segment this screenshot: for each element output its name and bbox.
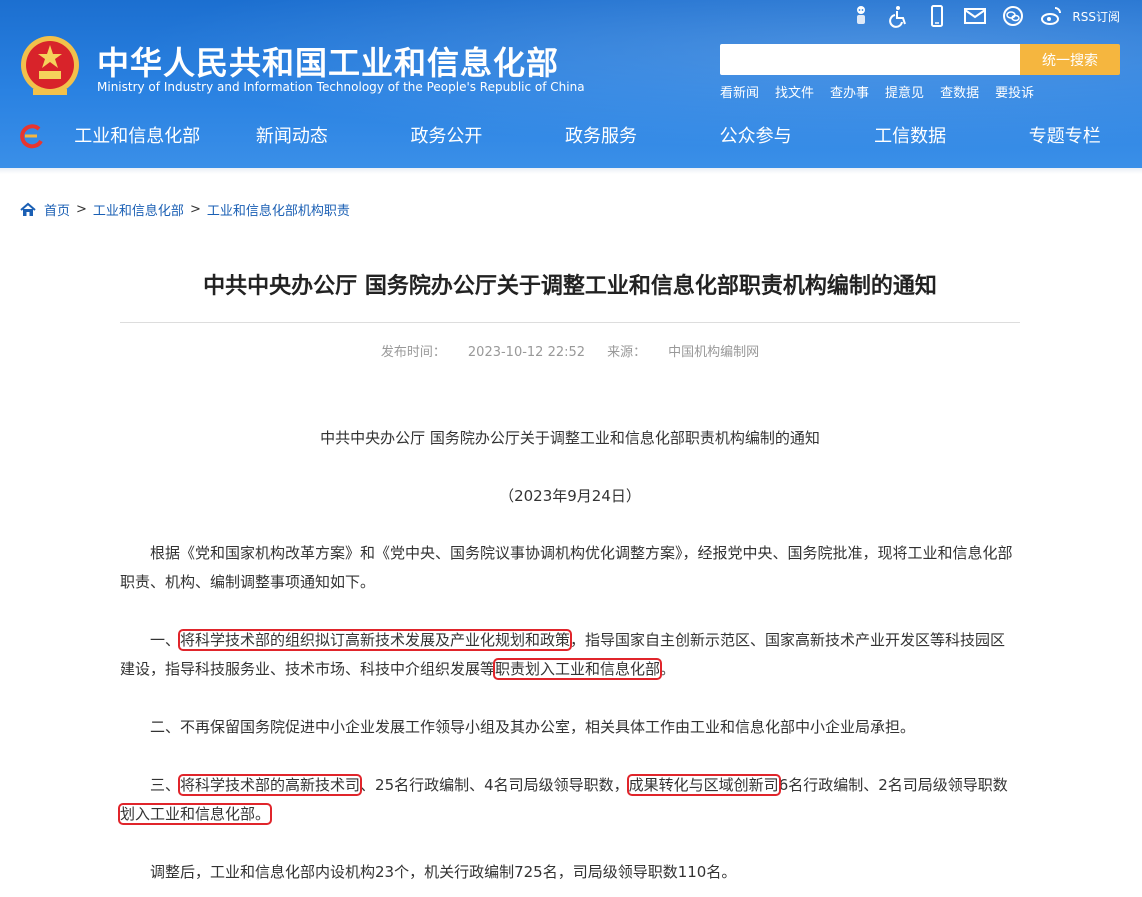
quick-link-files[interactable]: 找文件 [775,82,814,101]
article-heading: 中共中央办公厅 国务院办公厅关于调整工业和信息化部职责机构编制的通知 [320,429,820,447]
quick-link-feedback[interactable]: 提意见 [885,82,924,101]
source-label: 来源： [607,345,647,360]
nav-item-services[interactable]: 政务服务 [524,118,679,156]
nav-item-participation[interactable]: 公众参与 [678,118,833,156]
highlight-box-3: 将科学技术部的高新技术司 [178,774,363,796]
nav-item-government-affairs[interactable]: 政务公开 [369,118,524,156]
breadcrumb: 首页 > 工业和信息化部 > 工业和信息化部机构职责 [20,200,350,219]
article-date: （2023年9月24日） [499,487,641,505]
highlight-box-4: 成果转化与区域创新司 [626,774,781,796]
item-1-end: 。 [660,660,676,678]
quick-link-data[interactable]: 查数据 [940,82,979,101]
breadcrumb-separator: > [76,202,87,217]
search-button[interactable]: 统一搜索 [1020,44,1120,75]
publish-info: 发布时间： 2023-10-12 22:52 [381,345,585,360]
wechat-icon[interactable] [1000,3,1026,29]
title-divider [120,322,1020,323]
nav-item-news[interactable]: 新闻动态 [215,118,370,156]
publish-time: 2023-10-12 22:52 [467,345,586,360]
breadcrumb-responsibilities[interactable]: 工业和信息化部机构职责 [207,200,350,219]
site-subtitle: Ministry of Industry and Information Tec… [97,80,585,94]
accessibility-robot-icon[interactable] [848,3,874,29]
article-title: 中共中央办公厅 国务院办公厅关于调整工业和信息化部职责机构编制的通知 [203,274,937,299]
mail-icon[interactable] [962,3,988,29]
quick-link-services[interactable]: 查办事 [830,82,869,101]
source-info: 来源： 中国机构编制网 [607,345,759,360]
item-3-number: 三、 [150,776,181,794]
paragraph-intro: 根据《党和国家机构改革方案》和《党中央、国务院议事协调机构优化调整方案》，经报党… [120,544,1013,591]
nav-item-ministry[interactable]: 工业和信息化部 [60,118,215,156]
source-value: 中国机构编制网 [668,345,760,360]
mobile-icon[interactable] [924,3,950,29]
nav-item-data[interactable]: 工信数据 [833,118,988,156]
highlight-box-5: 划入工业和信息化部。 [117,803,273,825]
nav-item-topics[interactable]: 专题专栏 [987,118,1142,156]
highlight-box-1: 将科学技术部的组织拟订高新技术发展及产业化规划和政策 [178,629,573,651]
paragraph-summary: 调整后，工业和信息化部内设机构23个，机关行政编制725名，司局级领导职数110… [150,863,737,881]
weibo-icon[interactable] [1038,3,1064,29]
article-meta: 发布时间： 2023-10-12 22:52 来源： 中国机构编制网 [120,341,1020,360]
site-mini-logo-icon[interactable] [17,123,45,149]
paragraph-item-3: 三、将科学技术部的高新技术司、25名行政编制、4名司局级领导职数，成果转化与区域… [117,771,1020,829]
site-title[interactable]: 中华人民共和国工业和信息化部 [97,38,559,84]
search-bar: 统一搜索 [720,44,1120,75]
home-icon [20,202,36,216]
search-input[interactable] [720,44,1020,75]
item-1-number: 一、 [150,631,181,649]
top-toolbar: RSS订阅 [848,0,1142,32]
article-body: 中共中央办公厅 国务院办公厅关于调整工业和信息化部职责机构编制的通知 （2023… [117,424,1020,887]
highlight-box-2: 职责划入工业和信息化部 [493,658,663,680]
breadcrumb-home[interactable]: 首页 [44,200,70,219]
quick-link-news[interactable]: 看新闻 [720,82,759,101]
header-shadow [0,168,1142,174]
wheelchair-icon[interactable] [886,3,912,29]
item-3-text: 、25名行政编制、4名司局级领导职数， [360,776,629,794]
main-nav: 工业和信息化部 新闻动态 政务公开 政务服务 公众参与 工信数据 专题专栏 [60,118,1142,156]
breadcrumb-ministry[interactable]: 工业和信息化部 [93,200,184,219]
national-emblem-logo [21,36,79,95]
rss-link[interactable]: RSS订阅 [1072,8,1120,25]
publish-label: 发布时间： [380,345,446,360]
paragraph-item-1: 一、将科学技术部的组织拟订高新技术发展及产业化规划和政策，指导国家自主创新示范区… [120,626,1020,684]
site-header: RSS订阅 中华人民共和国工业和信息化部 Ministry of Industr… [0,0,1142,168]
paragraph-item-2: 二、不再保留国务院促进中小企业发展工作领导小组及其办公室，相关具体工作由工业和信… [150,718,916,736]
quick-link-complaint[interactable]: 要投诉 [995,82,1034,101]
item-3-text-2: 6名行政编制、2名司局级领导职数 [778,776,1008,794]
quick-links: 看新闻 找文件 查办事 提意见 查数据 要投诉 [720,82,1034,101]
breadcrumb-separator: > [189,202,201,217]
